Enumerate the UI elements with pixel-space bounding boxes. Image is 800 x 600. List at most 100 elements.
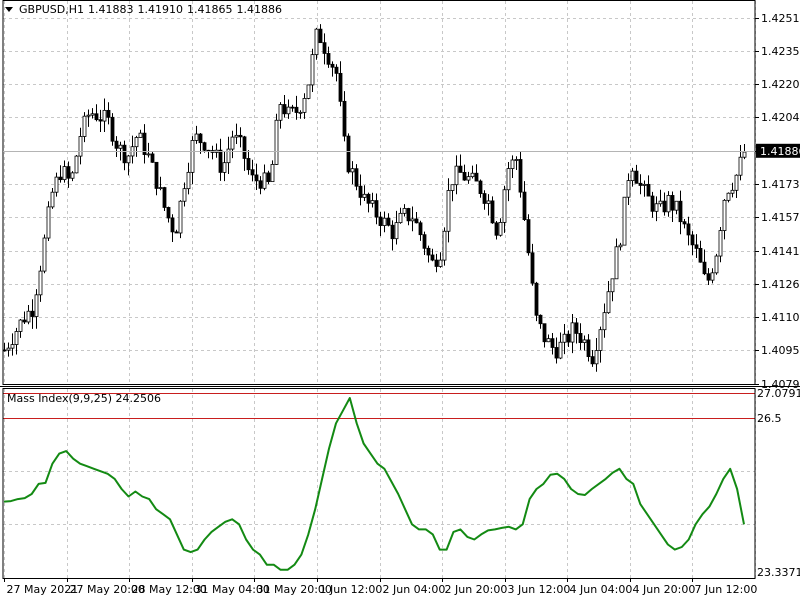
candle-body — [570, 322, 575, 343]
chevron-down-icon[interactable] — [5, 7, 13, 12]
candle-body — [714, 255, 719, 274]
candle-body — [306, 84, 311, 99]
candle-body — [538, 314, 543, 325]
ohlc-open: 1.41883 — [87, 3, 134, 16]
candle-body — [574, 322, 579, 334]
candle-body — [62, 166, 67, 181]
candle-body — [550, 338, 555, 348]
candle-body — [494, 222, 499, 236]
candle-body — [18, 319, 23, 332]
candle-body — [114, 140, 119, 149]
candle-body — [654, 203, 659, 212]
candle-body — [318, 28, 323, 44]
candle-body — [90, 113, 95, 116]
candle-body — [438, 259, 443, 267]
time-tick-label: 2 Jun 04:00 — [383, 583, 446, 596]
candle-body — [694, 244, 699, 249]
chart-canvas[interactable]: 1.425101.423551.422001.420451.418851.417… — [0, 0, 800, 600]
candle-body — [34, 294, 39, 317]
candle-body — [462, 172, 467, 181]
candle-body — [586, 339, 591, 358]
candle-body — [650, 195, 655, 212]
candle-body — [58, 176, 63, 181]
candle-body — [486, 200, 491, 204]
candle-body — [702, 261, 707, 275]
price-tick-label: 1.42510 — [761, 12, 800, 25]
time-tick-label: 3 Jun 12:00 — [508, 583, 571, 596]
candle-body — [334, 66, 339, 74]
candle-body — [738, 156, 743, 176]
candle-body — [170, 217, 175, 233]
candle-body — [522, 191, 527, 220]
candle-body — [290, 106, 295, 109]
candle-body — [186, 171, 191, 190]
candle-body — [246, 158, 251, 171]
candle-body — [678, 200, 683, 223]
candle-body — [490, 200, 495, 224]
candle-body — [278, 104, 283, 121]
candle-body — [390, 224, 395, 240]
candle-body — [682, 221, 687, 225]
candle-body — [302, 98, 307, 113]
candle-body — [610, 278, 615, 293]
candle-body — [38, 270, 43, 296]
candle-body — [442, 230, 447, 261]
candle-body — [342, 100, 347, 137]
symbol-info: GBPUSD,H1 1.41883 1.41910 1.41865 1.4188… — [5, 3, 282, 16]
candle-body — [330, 63, 335, 68]
current-price-label: 1.41886 — [760, 145, 800, 158]
candle-body — [86, 114, 91, 117]
candle-body — [562, 333, 567, 343]
candle-body — [666, 195, 671, 213]
candle-body — [542, 323, 547, 343]
candle-body — [410, 218, 415, 222]
candle-body — [358, 185, 363, 198]
candle-body — [618, 244, 623, 248]
candle-body — [202, 142, 207, 151]
candle-body — [266, 172, 271, 183]
candle-body — [350, 168, 355, 173]
candle-body — [374, 200, 379, 218]
candle-body — [166, 207, 171, 219]
candle-body — [698, 248, 703, 263]
candle-body — [346, 135, 351, 173]
candle-body — [154, 161, 159, 189]
candle-body — [730, 189, 735, 194]
candle-body — [686, 223, 691, 236]
time-tick-label: 2 Jun 20:00 — [445, 583, 508, 596]
candle-body — [134, 137, 139, 148]
candle-body — [466, 176, 471, 181]
candle-body — [606, 291, 611, 314]
candle-body — [46, 206, 51, 239]
indicator-tick-label: 26.5 — [757, 412, 782, 425]
candle-body — [102, 109, 107, 122]
candle-body — [198, 133, 203, 144]
candle-body — [262, 172, 267, 189]
candle-body — [270, 164, 275, 183]
candle-body — [250, 169, 255, 176]
time-tick-label: 27 May 2021 — [7, 583, 79, 596]
candle-body — [526, 219, 531, 254]
candle-body — [470, 172, 475, 178]
candle-body — [238, 134, 243, 138]
candle-body — [498, 222, 503, 236]
candle-body — [26, 310, 31, 323]
candle-body — [258, 180, 263, 189]
candle-body — [454, 165, 459, 186]
candle-body — [282, 104, 287, 115]
candle-body — [10, 344, 15, 349]
candle-body — [506, 168, 511, 191]
candle-body — [518, 159, 523, 193]
candle-body — [74, 155, 79, 174]
candle-body — [710, 272, 715, 281]
candle-body — [174, 231, 179, 234]
candle-body — [674, 200, 679, 211]
candle-body — [6, 347, 11, 351]
candle-body — [118, 144, 123, 149]
candle-body — [274, 119, 279, 165]
candle-body — [50, 191, 55, 208]
candle-body — [626, 180, 631, 198]
candle-body — [414, 218, 419, 224]
candle-body — [478, 180, 483, 194]
candle-body — [582, 339, 587, 343]
